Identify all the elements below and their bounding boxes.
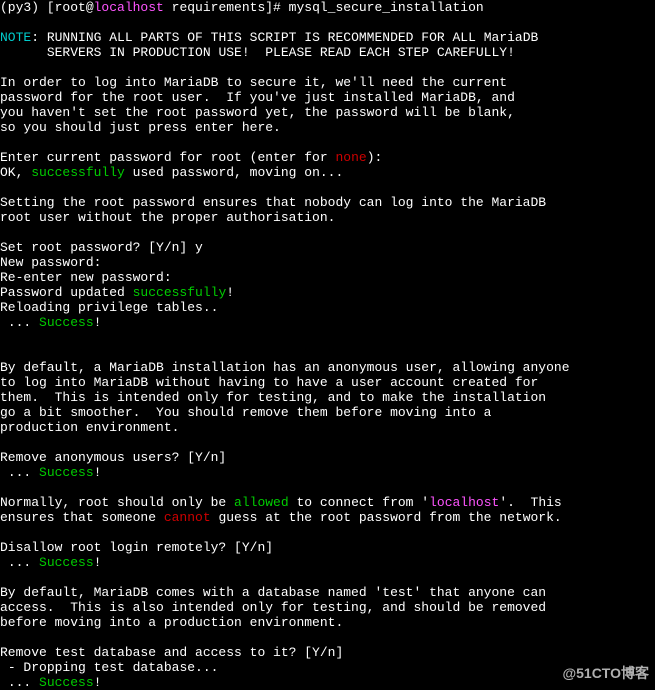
note-label: NOTE bbox=[0, 30, 31, 45]
bang-2: ! bbox=[94, 315, 102, 330]
reenter-pw: Re-enter new password: bbox=[0, 270, 172, 285]
note-text-1: : RUNNING ALL PARTS OF THIS SCRIPT IS RE… bbox=[31, 30, 538, 45]
dots-3: ... bbox=[0, 555, 39, 570]
disallow-q: Disallow root login remotely? [Y/n] bbox=[0, 540, 273, 555]
para-2: Setting the root password ensures that n… bbox=[0, 195, 546, 225]
localhost-word: localhost bbox=[429, 495, 499, 510]
dots-4: ... bbox=[0, 675, 39, 690]
reloading: Reloading privilege tables.. bbox=[0, 300, 218, 315]
bang-1: ! bbox=[226, 285, 234, 300]
remove-anon-q: Remove anonymous users? [Y/n] bbox=[0, 450, 226, 465]
para-1: In order to log into MariaDB to secure i… bbox=[0, 75, 515, 135]
set-root-q: Set root password? [Y/n] y bbox=[0, 240, 203, 255]
none-word: none bbox=[335, 150, 366, 165]
para-4: By default, MariaDB comes with a databas… bbox=[0, 585, 546, 630]
ok-suffix: used password, moving on... bbox=[125, 165, 343, 180]
norm-prefix: Normally, root should only be bbox=[0, 495, 234, 510]
para-3: By default, a MariaDB installation has a… bbox=[0, 360, 570, 435]
success-1: Success bbox=[39, 315, 94, 330]
enter-pw-prefix: Enter current password for root (enter f… bbox=[0, 150, 335, 165]
successfully-1: successfully bbox=[31, 165, 125, 180]
enter-pw-suffix: ): bbox=[367, 150, 383, 165]
note-text-2: SERVERS IN PRODUCTION USE! PLEASE READ E… bbox=[0, 45, 515, 60]
norm-mid: to connect from ' bbox=[289, 495, 429, 510]
bang-5: ! bbox=[94, 675, 102, 690]
ok-prefix: OK, bbox=[0, 165, 31, 180]
prompt-suffix: requirements]# bbox=[164, 0, 289, 15]
watermark: @51CTO博客 bbox=[562, 666, 649, 681]
success-3: Success bbox=[39, 555, 94, 570]
new-pw: New password: bbox=[0, 255, 101, 270]
allowed-word: allowed bbox=[234, 495, 289, 510]
norm-suffix-2: guess at the root password from the netw… bbox=[211, 510, 562, 525]
dots-1: ... bbox=[0, 315, 39, 330]
prompt-cmd: mysql_secure_installation bbox=[289, 0, 484, 15]
remove-test-q: Remove test database and access to it? [… bbox=[0, 645, 343, 660]
success-2: Success bbox=[39, 465, 94, 480]
bang-4: ! bbox=[94, 555, 102, 570]
prompt-host: localhost bbox=[94, 0, 164, 15]
dots-2: ... bbox=[0, 465, 39, 480]
success-4: Success bbox=[39, 675, 94, 690]
dropping: - Dropping test database... bbox=[0, 660, 218, 675]
cannot-word: cannot bbox=[164, 510, 211, 525]
pw-updated-prefix: Password updated bbox=[0, 285, 133, 300]
bang-3: ! bbox=[94, 465, 102, 480]
terminal-output: (py3) [root@localhost requirements]# mys… bbox=[0, 0, 655, 690]
successfully-2: successfully bbox=[133, 285, 227, 300]
prompt-prefix: (py3) [root@ bbox=[0, 0, 94, 15]
